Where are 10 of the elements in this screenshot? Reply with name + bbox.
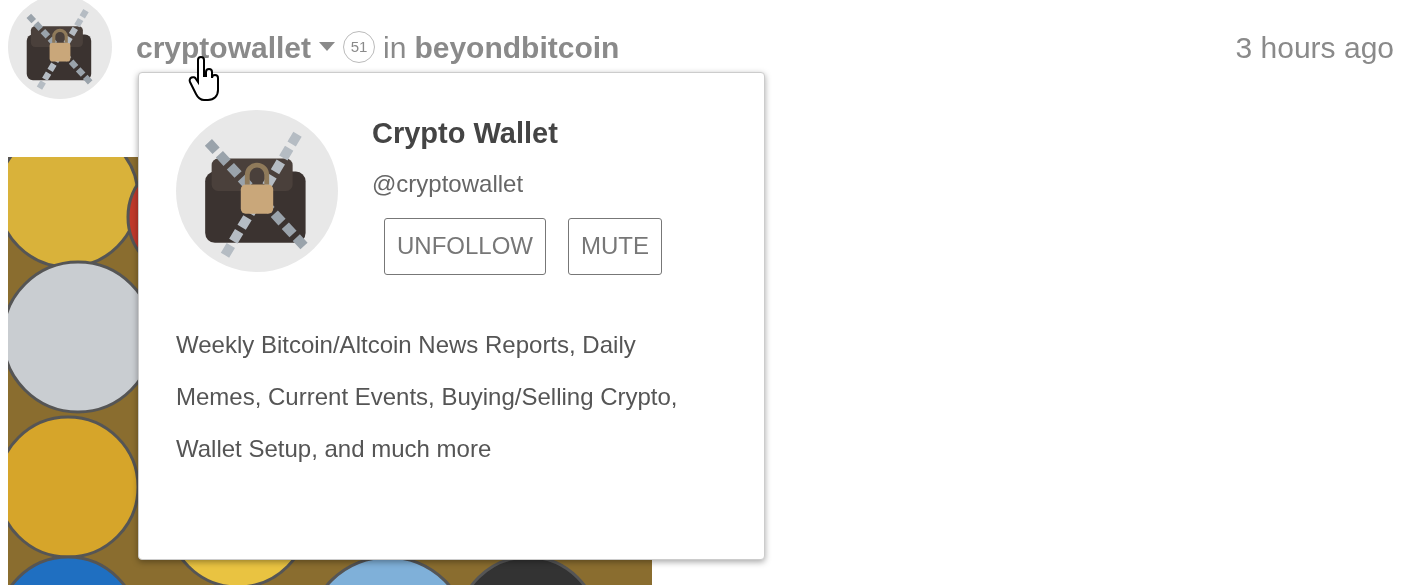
- in-label: in: [383, 29, 407, 66]
- community-link[interactable]: beyondbitcoin: [414, 24, 620, 70]
- author-link[interactable]: cryptowallet: [136, 24, 312, 70]
- author-about: Weekly Bitcoin/Altcoin News Reports, Daily Memes, Current Events, Buying/Selling Crypto, Wallet Setup, and much more: [176, 329, 679, 464]
- post-time: 3 hours ago: [1235, 29, 1394, 66]
- author-handle: @cryptowallet: [372, 168, 525, 199]
- caret-icon[interactable]: [319, 42, 336, 52]
- author-name: Crypto Wallet: [372, 116, 559, 151]
- unfollow-button[interactable]: UNFOLLOW: [384, 217, 546, 275]
- mute-button[interactable]: MUTE: [568, 217, 662, 275]
